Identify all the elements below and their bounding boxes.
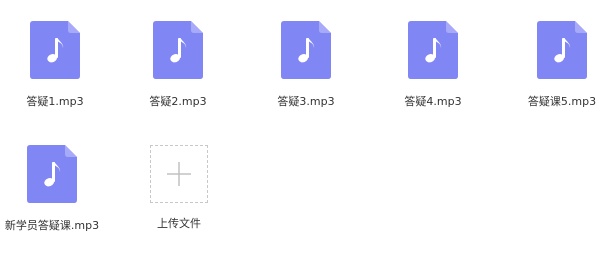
audio-file-icon (0, 145, 107, 203)
file-item[interactable]: 答疑2.mp3 (123, 21, 233, 109)
file-name: 新学员答疑课.mp3 (4, 219, 100, 232)
file-item[interactable]: 新学员答疑课.mp3 (0, 145, 107, 233)
file-item[interactable]: 答疑1.mp3 (0, 21, 110, 109)
file-name: 答疑4.mp3 (404, 95, 462, 108)
music-note-icon (30, 21, 80, 79)
plus-icon (167, 162, 191, 186)
upload-drop-zone[interactable] (150, 145, 208, 203)
file-item[interactable]: 答疑课5.mp3 (507, 21, 600, 109)
upload-file-button[interactable]: 上传文件 (124, 145, 234, 231)
upload-label: 上传文件 (157, 217, 201, 230)
audio-file-icon (0, 21, 110, 79)
file-name: 答疑2.mp3 (149, 95, 207, 108)
audio-file-icon (123, 21, 233, 79)
file-item[interactable]: 答疑4.mp3 (378, 21, 488, 109)
file-name: 答疑1.mp3 (26, 95, 84, 108)
file-name: 答疑3.mp3 (277, 95, 335, 108)
music-note-icon (537, 21, 587, 79)
file-item[interactable]: 答疑3.mp3 (251, 21, 361, 109)
audio-file-icon (507, 21, 600, 79)
music-note-icon (153, 21, 203, 79)
audio-file-icon (251, 21, 361, 79)
music-note-icon (408, 21, 458, 79)
audio-file-icon (378, 21, 488, 79)
file-name: 答疑课5.mp3 (527, 95, 597, 108)
music-note-icon (281, 21, 331, 79)
music-note-icon (27, 145, 77, 203)
